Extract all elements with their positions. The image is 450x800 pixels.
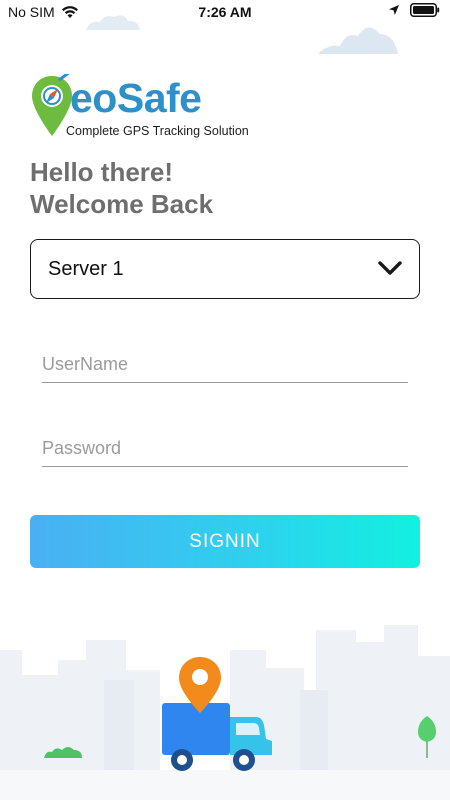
logo-wordmark: eoSafe xyxy=(70,74,202,122)
battery-icon xyxy=(410,3,440,17)
cloud-decoration xyxy=(86,15,140,30)
greeting-line2: Welcome Back xyxy=(30,189,214,219)
greeting-line1: Hello there! xyxy=(30,157,174,187)
tree-illustration xyxy=(418,716,436,758)
logo-tagline: Complete GPS Tracking Solution xyxy=(66,124,249,138)
location-arrow-icon xyxy=(389,5,399,15)
logo-safe: Safe xyxy=(116,75,202,121)
logo-eo: eo xyxy=(70,75,117,121)
geosafe-logo: eoSafe Complete GPS Tracking Solution xyxy=(30,74,270,144)
password-input[interactable] xyxy=(42,431,408,467)
signin-button[interactable]: SIGNIN xyxy=(30,515,420,568)
chevron-down-icon xyxy=(378,261,402,275)
greeting: Hello there! Welcome Back xyxy=(30,156,213,220)
status-time: 7:26 AM xyxy=(198,4,252,20)
bush-illustration xyxy=(44,747,82,758)
delivery-truck-illustration xyxy=(162,657,272,771)
cloud-decoration xyxy=(318,27,398,54)
server-select[interactable]: Server 1 xyxy=(30,239,420,299)
username-input[interactable] xyxy=(42,347,408,383)
status-right xyxy=(388,3,440,17)
server-select-value: Server 1 xyxy=(48,258,124,280)
